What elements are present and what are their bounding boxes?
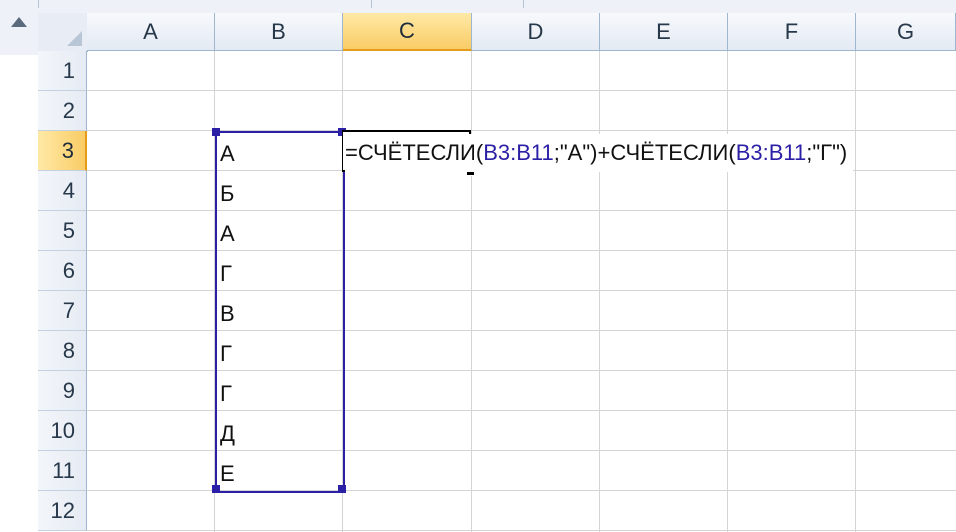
- column-header-e[interactable]: E: [600, 13, 728, 51]
- column-header-f[interactable]: F: [728, 13, 856, 51]
- gridline: [727, 51, 728, 532]
- select-all-corner-icon: [67, 31, 82, 46]
- row-header-10[interactable]: 10: [38, 411, 87, 451]
- range-resize-handle[interactable]: [212, 485, 220, 493]
- toolbar-divider: [523, 0, 524, 8]
- row-header-11[interactable]: 11: [38, 451, 87, 491]
- gridline: [855, 51, 856, 532]
- column-header-b[interactable]: B: [215, 13, 343, 51]
- row-header-1[interactable]: 1: [38, 51, 87, 91]
- cell-formula-editor[interactable]: =СЧЁТЕСЛИ(B3:B11 ;"А")+СЧЁТЕСЛИ(B3:B11 ;"Г…: [345, 134, 854, 172]
- row-header-12[interactable]: 12: [38, 491, 87, 531]
- row-header-6[interactable]: 6: [38, 251, 87, 291]
- triangle-up-icon: [11, 17, 27, 27]
- range-resize-handle[interactable]: [338, 485, 346, 493]
- formula-range-ref: B3:B11: [483, 140, 554, 165]
- gridline: [87, 90, 956, 91]
- row-header-8[interactable]: 8: [38, 331, 87, 371]
- scroll-up-button[interactable]: [0, 13, 39, 55]
- formula-bar-edge: [0, 0, 956, 14]
- formula-range-highlight: [215, 131, 345, 493]
- row-header-5[interactable]: 5: [38, 211, 87, 251]
- row-header-2[interactable]: 2: [38, 91, 87, 131]
- column-header-c[interactable]: C: [343, 13, 472, 51]
- gridline: [599, 51, 600, 532]
- row-header-7[interactable]: 7: [38, 291, 87, 331]
- column-header-d[interactable]: D: [472, 13, 600, 51]
- column-header-g[interactable]: G: [856, 13, 956, 51]
- formula-function: =СЧЁТЕСЛИ(: [345, 140, 484, 165]
- formula-criteria: ;"Г"): [806, 140, 848, 165]
- column-header-a[interactable]: A: [87, 13, 215, 51]
- gridline: [87, 530, 956, 531]
- formula-range-ref: B3:B11: [735, 140, 807, 165]
- formula-criteria: ;"А")+СЧЁТЕСЛИ(: [553, 140, 736, 165]
- range-resize-handle[interactable]: [212, 128, 220, 136]
- gridline: [471, 51, 472, 532]
- toolbar-divider: [371, 0, 372, 8]
- select-all-button[interactable]: [38, 13, 88, 52]
- toolbar-divider: [38, 0, 39, 8]
- row-header-9[interactable]: 9: [38, 371, 87, 411]
- row-header-3[interactable]: 3: [38, 131, 87, 171]
- row-header-4[interactable]: 4: [38, 171, 87, 211]
